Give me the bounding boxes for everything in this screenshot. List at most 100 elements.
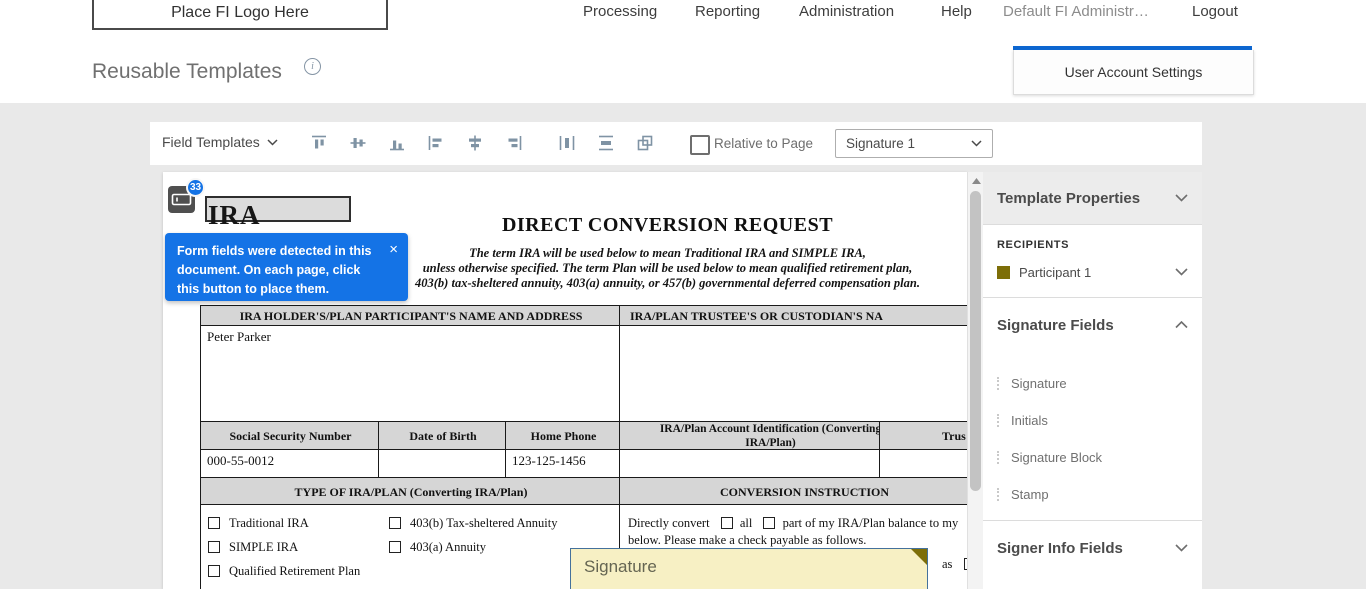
- top-header: Place FI Logo Here Processing Reporting …: [0, 0, 1366, 103]
- align-bottom-icon[interactable]: [386, 132, 408, 154]
- divider: [983, 297, 1202, 298]
- signature-fields-label: Signature Fields: [997, 317, 1114, 334]
- divider: [983, 520, 1202, 521]
- signature-field-label: Signature: [584, 557, 657, 577]
- participant-label: Participant 1: [1019, 265, 1091, 280]
- distribute-horizontal-icon[interactable]: [556, 132, 578, 154]
- type-option-label: Traditional IRA: [229, 516, 309, 531]
- info-icon[interactable]: i: [304, 58, 321, 75]
- scrollbar-thumb[interactable]: [970, 191, 981, 491]
- type-option-label: Qualified Retirement Plan: [229, 564, 360, 579]
- checkbox-403b: [389, 517, 401, 529]
- conversion-header-cell: CONVERSION INSTRUCTION: [619, 477, 967, 507]
- close-icon[interactable]: ×: [389, 239, 398, 262]
- type-options-cell: Traditional IRA SIMPLE IRA Qualified Ret…: [200, 504, 634, 589]
- nav-help[interactable]: Help: [941, 3, 972, 20]
- field-name-select[interactable]: Signature 1: [835, 129, 993, 158]
- right-sidebar: Template Properties RECIPIENTS Participa…: [983, 172, 1202, 589]
- field-item-signature[interactable]: Signature: [997, 372, 1187, 394]
- checkbox-part: [763, 517, 775, 529]
- template-properties-label: Template Properties: [997, 190, 1140, 207]
- field-name-select-value: Signature 1: [846, 136, 915, 151]
- drag-handle-icon: [997, 451, 1002, 464]
- nav-reporting[interactable]: Reporting: [695, 3, 760, 20]
- match-size-icon[interactable]: [634, 132, 656, 154]
- align-left-icon[interactable]: [425, 132, 447, 154]
- user-account-settings-label: User Account Settings: [1065, 64, 1203, 80]
- participant-row[interactable]: Participant 1: [983, 260, 1202, 284]
- chevron-down-icon: [1175, 544, 1188, 552]
- conversion-text: Directly convert: [628, 516, 710, 530]
- field-toolbar: Field Templates Relative: [150, 122, 1202, 165]
- conversion-text: part of my IRA/Plan balance to my: [783, 516, 959, 530]
- holder-name-cell: Peter Parker: [200, 325, 634, 431]
- nav-administration[interactable]: Administration: [799, 3, 894, 20]
- chevron-down-icon: [267, 139, 278, 146]
- nav-current-user[interactable]: Default FI Administr…: [1003, 3, 1149, 20]
- field-item-stamp[interactable]: Stamp: [997, 483, 1187, 505]
- checkbox-qualified-plan: [208, 565, 220, 577]
- chevron-down-icon: [971, 140, 982, 147]
- checkbox-all: [721, 517, 733, 529]
- relative-to-page-checkbox[interactable]: [690, 135, 710, 155]
- signature-field-overlay[interactable]: Signature: [570, 548, 928, 589]
- align-right-icon[interactable]: [503, 132, 525, 154]
- field-item-label: Signature: [1011, 376, 1067, 391]
- recipient-color-swatch: [997, 266, 1010, 279]
- field-item-initials[interactable]: Initials: [997, 409, 1187, 431]
- conversion-as-label: as: [942, 557, 952, 571]
- chevron-down-icon: [1175, 268, 1188, 276]
- signer-info-fields-header[interactable]: Signer Info Fields: [983, 522, 1202, 574]
- user-account-settings-button[interactable]: User Account Settings: [1013, 50, 1254, 95]
- fi-logo-placeholder: Place FI Logo Here: [92, 0, 388, 30]
- distribute-vertical-icon[interactable]: [595, 132, 617, 154]
- signature-fields-header[interactable]: Signature Fields: [983, 299, 1202, 351]
- document-page: 33 IRA DIRECT CONVERSION REQUEST The ter…: [163, 172, 967, 589]
- conversion-text: all: [740, 516, 753, 530]
- checkbox-traditional-ira: [208, 517, 220, 529]
- fi-logo-text: Place FI Logo Here: [171, 4, 309, 22]
- drag-handle-icon: [997, 488, 1002, 501]
- app-root: Place FI Logo Here Processing Reporting …: [0, 0, 1366, 589]
- trustee-name-cell: [619, 325, 967, 431]
- chevron-up-icon: [1175, 321, 1188, 329]
- checkbox-403a: [389, 541, 401, 553]
- field-item-label: Initials: [1011, 413, 1048, 428]
- field-templates-dropdown[interactable]: Field Templates: [162, 134, 278, 150]
- recipients-title: RECIPIENTS: [997, 239, 1069, 251]
- field-item-label: Stamp: [1011, 487, 1049, 502]
- type-option-label: 403(b) Tax-sheltered Annuity: [410, 516, 557, 531]
- field-templates-label: Field Templates: [162, 134, 260, 150]
- scroll-up-icon[interactable]: [968, 172, 984, 189]
- align-center-icon[interactable]: [464, 132, 486, 154]
- document-scrollbar[interactable]: [967, 172, 983, 589]
- dob-header-cell: Date of Birth: [378, 421, 508, 452]
- signer-info-fields-label: Signer Info Fields: [997, 540, 1123, 557]
- align-top-icon[interactable]: [308, 132, 330, 154]
- drag-handle-icon: [997, 377, 1002, 390]
- align-middle-icon[interactable]: [347, 132, 369, 154]
- nav-processing[interactable]: Processing: [583, 3, 657, 20]
- trustee-col-header-cell: Trus: [879, 421, 967, 452]
- field-item-label: Signature Block: [1011, 450, 1102, 465]
- type-header-cell: TYPE OF IRA/PLAN (Converting IRA/Plan): [200, 477, 622, 507]
- nav-logout[interactable]: Logout: [1192, 3, 1238, 20]
- account-id-header-cell: IRA/Plan Account Identification (Convert…: [619, 421, 922, 452]
- checkbox-simple-ira: [208, 541, 220, 553]
- type-option-label: 403(a) Annuity: [410, 540, 486, 555]
- template-properties-header[interactable]: Template Properties: [983, 172, 1202, 224]
- relative-to-page-label: Relative to Page: [714, 136, 813, 151]
- active-tab-indicator: [1013, 46, 1252, 50]
- field-count-badge: 33: [186, 178, 205, 197]
- recipient-color-fold: [911, 549, 927, 565]
- phone-header-cell: Home Phone: [505, 421, 622, 452]
- type-option-label: SIMPLE IRA: [229, 540, 298, 555]
- form-fields-tooltip: Form fields were detected in this docume…: [165, 233, 408, 301]
- page-title: Reusable Templates: [92, 60, 282, 84]
- divider: [983, 224, 1202, 225]
- chevron-down-icon: [1175, 194, 1188, 202]
- field-item-signature-block[interactable]: Signature Block: [997, 446, 1187, 468]
- tooltip-message: Form fields were detected in this docume…: [177, 242, 375, 298]
- ssn-header-cell: Social Security Number: [200, 421, 381, 452]
- conversion-text: below. Please make a check payable as fo…: [628, 533, 866, 548]
